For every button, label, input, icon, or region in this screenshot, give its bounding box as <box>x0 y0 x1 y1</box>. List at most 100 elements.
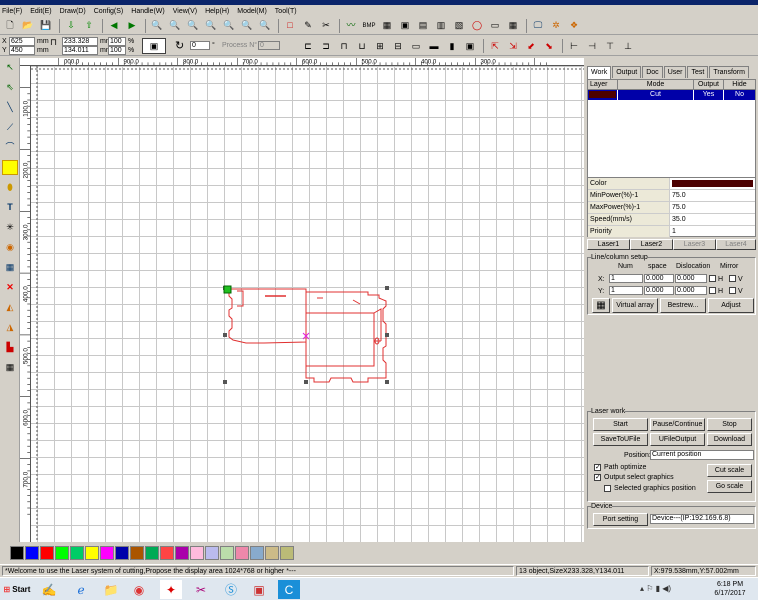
text-tool-icon[interactable]: T <box>2 200 18 215</box>
origin-marker[interactable] <box>223 285 232 294</box>
path-optimize-checkbox[interactable]: ✓ <box>594 464 601 471</box>
mirror-h-icon[interactable]: ◭ <box>2 300 18 315</box>
zoom-out-icon[interactable]: 🔍 <box>185 18 201 33</box>
distribute-bottom-icon[interactable]: ⊥ <box>620 39 636 54</box>
color-swatch[interactable] <box>25 546 39 560</box>
cut-scale-button[interactable]: Cut scale <box>707 464 752 477</box>
cut-graphic[interactable] <box>228 288 387 383</box>
line-icon[interactable]: ╲ <box>2 100 18 115</box>
virtual-array-button[interactable]: Virtual array <box>612 298 658 313</box>
color-swatch[interactable] <box>250 546 264 560</box>
explorer-icon[interactable]: 📁 <box>100 580 122 599</box>
c-app-icon[interactable]: C <box>278 580 300 599</box>
mirror-v-icon[interactable]: ◮ <box>2 320 18 335</box>
grid-tool-icon[interactable]: ▦ <box>2 260 18 275</box>
zoom-page-icon[interactable]: 🔍 <box>221 18 237 33</box>
select-arrow-icon[interactable]: ↖ <box>2 60 18 75</box>
menu-draw[interactable]: Draw(D) <box>60 8 86 15</box>
tab-test[interactable]: Test <box>687 66 709 78</box>
color-swatch[interactable] <box>70 546 84 560</box>
start-button[interactable]: ⊞ Start <box>2 581 32 598</box>
menu-view[interactable]: View(V) <box>173 8 197 15</box>
zoom-select-icon[interactable]: 🔍 <box>239 18 255 33</box>
curve-icon[interactable]: ⌒ <box>2 140 18 155</box>
laser2-button[interactable]: Laser2 <box>630 239 673 250</box>
table-icon[interactable]: ▦ <box>505 18 521 33</box>
array-y-space-input[interactable]: 0.000 <box>644 286 674 295</box>
align-vcenter-icon[interactable]: ⊟ <box>390 39 406 54</box>
laser4-button[interactable]: Laser4 <box>716 239 756 250</box>
cut-path-icon[interactable]: ▧ <box>451 18 467 33</box>
go-scale-button[interactable]: Go scale <box>707 480 752 493</box>
node-edit-icon[interactable]: ✎ <box>300 18 316 33</box>
new-file-icon[interactable]: 🗋 <box>2 18 18 33</box>
rotate-input[interactable]: 0 <box>190 41 210 50</box>
array-x-mirror-v-checkbox[interactable] <box>729 275 736 282</box>
menu-model[interactable]: Model(M) <box>237 8 267 15</box>
array-icon[interactable]: ▤ <box>415 18 431 33</box>
distribute-top-icon[interactable]: ⊤ <box>602 39 618 54</box>
color-swatch[interactable] <box>85 546 99 560</box>
ie-icon[interactable]: ℯ <box>70 580 92 599</box>
tab-transform[interactable]: Transform <box>709 66 749 78</box>
import-icon[interactable]: ⇩ <box>63 18 79 33</box>
ellipse-icon[interactable]: ⬮ <box>2 180 18 195</box>
array-y-mirror-v-checkbox[interactable] <box>729 287 736 294</box>
arrow-upleft-icon[interactable]: ⇱ <box>487 39 503 54</box>
device-select[interactable]: Device---(IP:192.169.6.8) <box>650 514 754 524</box>
zoom-icon[interactable]: 🔍 <box>149 18 165 33</box>
start-work-button[interactable]: Start <box>593 418 648 431</box>
position-select[interactable]: Current position <box>650 450 754 460</box>
frame-icon[interactable]: ▣ <box>397 18 413 33</box>
same-width-icon[interactable]: ▬ <box>426 39 442 54</box>
laser1-button[interactable]: Laser1 <box>587 239 630 250</box>
rotate-icon[interactable]: ↻ <box>175 39 184 52</box>
zoom-fit-icon[interactable]: 🔍 <box>203 18 219 33</box>
point-icon[interactable]: ✳ <box>2 220 18 235</box>
prop-priority-value[interactable]: 1 <box>670 226 755 237</box>
taskbar-app-icon[interactable]: ✍ <box>38 580 60 599</box>
color-swatch[interactable] <box>235 546 249 560</box>
tray-icons[interactable]: ▴ ⚐ ▮ ◀) <box>640 584 671 593</box>
align-hcenter-icon[interactable]: ⊞ <box>372 39 388 54</box>
settings-icon[interactable]: ✲ <box>548 18 564 33</box>
text-icon[interactable]: ▭ <box>487 18 503 33</box>
prop-color-swatch[interactable] <box>672 180 753 187</box>
prop-speed-value[interactable]: 35.0 <box>670 214 755 225</box>
fill-icon[interactable]: ◉ <box>2 240 18 255</box>
menu-edit[interactable]: Edit(E) <box>30 8 51 15</box>
color-swatch[interactable] <box>160 546 174 560</box>
same-size-icon[interactable]: ▭ <box>408 39 424 54</box>
adjust-button[interactable]: Adjust <box>708 298 754 313</box>
bitmap-icon[interactable]: BMP <box>361 18 377 33</box>
zoom-all-icon[interactable]: 🔍 <box>257 18 273 33</box>
color-swatch[interactable] <box>190 546 204 560</box>
selected-position-checkbox[interactable] <box>604 485 611 492</box>
color-swatch[interactable] <box>115 546 129 560</box>
color-swatch[interactable] <box>265 546 279 560</box>
zoom-in-icon[interactable]: 🔍 <box>167 18 183 33</box>
skype-icon[interactable]: Ⓢ <box>220 580 242 599</box>
color-swatch[interactable] <box>175 546 189 560</box>
color-swatch[interactable] <box>280 546 294 560</box>
color-swatch[interactable] <box>40 546 54 560</box>
stop-button[interactable]: Stop <box>707 418 752 431</box>
layer-icon[interactable]: ▥ <box>433 18 449 33</box>
palette-icon[interactable]: ❖ <box>566 18 582 33</box>
color-swatch[interactable] <box>10 546 24 560</box>
bestrew-button[interactable]: Bestrew... <box>660 298 706 313</box>
align-top-icon[interactable]: ⊓ <box>336 39 352 54</box>
menu-handle[interactable]: Handle(W) <box>131 8 164 15</box>
arrow-upright-icon[interactable]: ⇲ <box>505 39 521 54</box>
align-right-icon[interactable]: ⊐ <box>318 39 334 54</box>
arrow-downright-icon[interactable]: ⬊ <box>541 39 557 54</box>
laser-app-icon[interactable]: ✦ <box>160 580 182 599</box>
array-grid-icon[interactable]: ▦ <box>592 298 610 313</box>
download-button[interactable]: Download <box>707 433 752 446</box>
array-x-disloc-input[interactable]: 0.000 <box>675 274 707 283</box>
output-select-checkbox[interactable]: ✓ <box>594 474 601 481</box>
menu-help[interactable]: Help(H) <box>205 8 229 15</box>
drawing-canvas[interactable] <box>31 66 584 542</box>
scissors-icon[interactable]: ✂ <box>318 18 334 33</box>
array-y-disloc-input[interactable]: 0.000 <box>675 286 707 295</box>
